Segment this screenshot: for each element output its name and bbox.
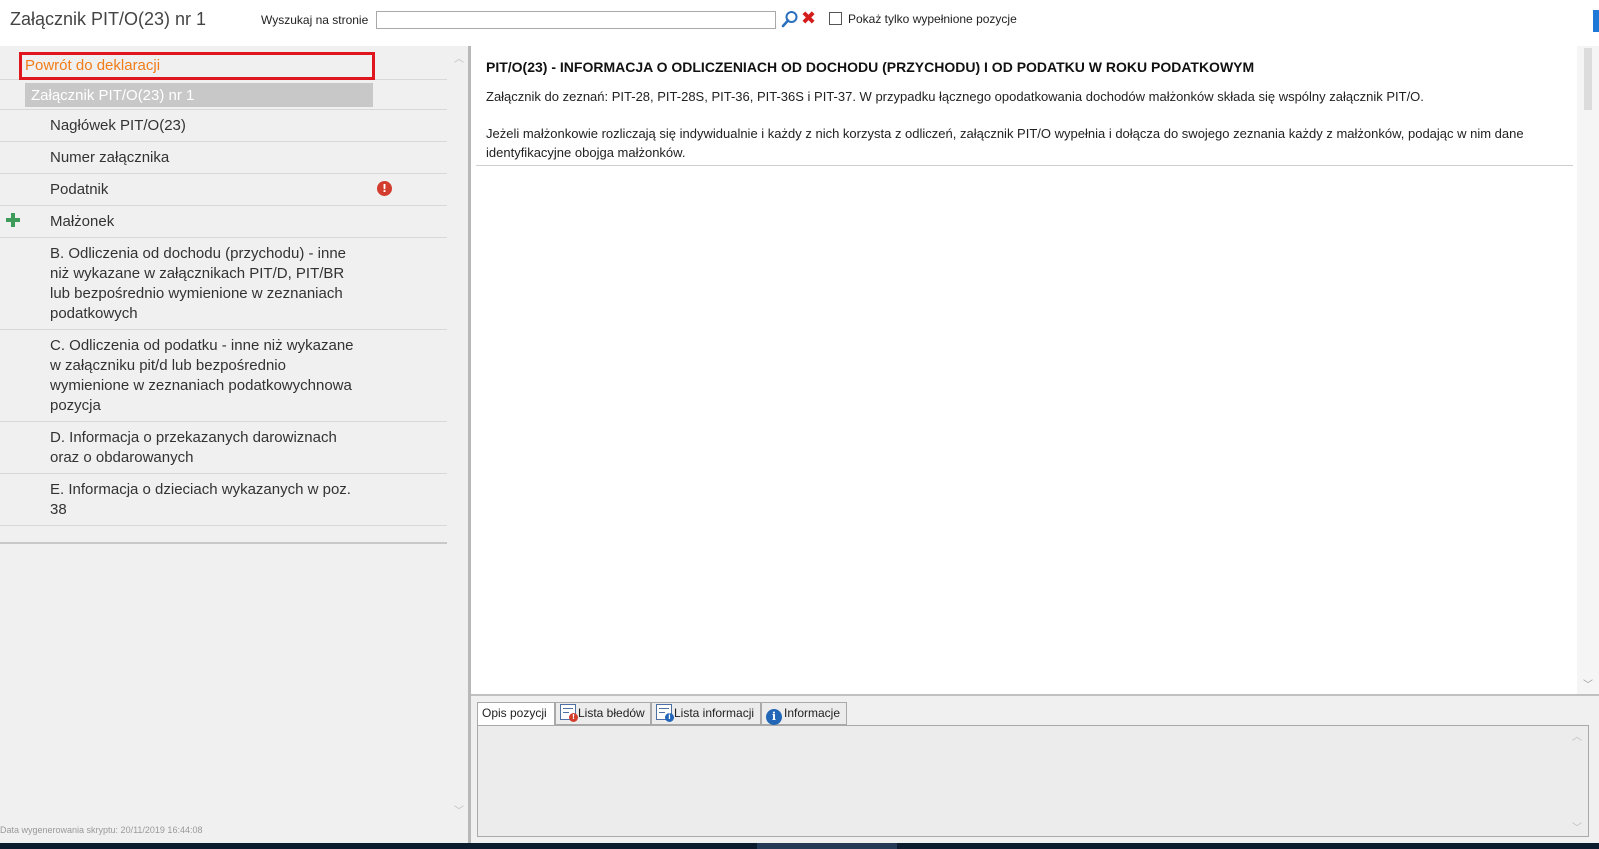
sidebar-item-attachment-number[interactable]: Numer załącznika (0, 142, 447, 174)
form-title: PIT/O(23) - INFORMACJA O ODLICZENIACH OD… (486, 59, 1255, 75)
sidebar-item-taxpayer[interactable]: Podatnik ! (0, 174, 447, 206)
info-icon: i (766, 709, 782, 725)
search-icon[interactable] (781, 10, 799, 28)
sidebar: Powrót do deklaracji Załącznik PIT/O(23)… (0, 46, 468, 843)
filled-only-label[interactable]: Pokaż tylko wypełnione pozycje (848, 12, 1017, 26)
chevron-down-icon[interactable]: ﹀ (1583, 676, 1593, 691)
tab-information[interactable]: i Informacje (761, 702, 847, 725)
content-scrollbar[interactable]: ﹀ (1577, 46, 1599, 694)
chevron-down-icon[interactable]: ﹀ (1572, 819, 1582, 834)
tab-error-list[interactable]: ! Lista błedów (555, 702, 651, 725)
top-bar: Załącznik PIT/O(23) nr 1 Wyszukaj na str… (0, 0, 1599, 44)
tab-panel-content: ︿ ﹀ (477, 725, 1589, 837)
sidebar-nav: Powrót do deklaracji Załącznik PIT/O(23)… (0, 46, 447, 526)
sidebar-item-spouse[interactable]: Małżonek (0, 206, 447, 238)
taskbar-item[interactable] (757, 843, 897, 849)
tab-item-description[interactable]: Opis pozycji (477, 702, 555, 726)
error-icon: ! (377, 181, 392, 196)
plus-icon[interactable] (5, 212, 21, 228)
sidebar-divider (0, 542, 447, 544)
sidebar-item-label: B. Odliczenia od dochodu (przychodu) - i… (50, 245, 347, 322)
sidebar-item-section-d[interactable]: D. Informacja o przekazanych darowiznach… (0, 422, 447, 474)
sidebar-item-label: Małżonek (50, 213, 115, 230)
taskbar (0, 843, 1599, 849)
tab-label: Informacje (784, 706, 841, 720)
scrollbar-thumb[interactable] (1584, 48, 1592, 110)
sidebar-item-label: Nagłówek PIT/O(23) (50, 117, 186, 134)
current-item-label: Załącznik PIT/O(23) nr 1 (31, 87, 195, 104)
tab-label: Lista błedów (578, 706, 645, 720)
chevron-down-icon[interactable]: ﹀ (454, 802, 464, 817)
chevron-up-icon[interactable]: ︿ (454, 50, 464, 65)
back-link-label: Powrót do deklaracji (25, 57, 161, 74)
sidebar-item-section-c[interactable]: C. Odliczenia od podatku - inne niż wyka… (0, 330, 447, 422)
search-label: Wyszukaj na stronie (261, 13, 369, 27)
error-list-icon: ! (560, 704, 578, 722)
tab-info-list[interactable]: i Lista informacji (651, 702, 761, 725)
form-description: Załącznik do zeznań: PIT-28, PIT-28S, PI… (486, 89, 1424, 104)
search-input[interactable] (376, 11, 776, 29)
form-note: Jeżeli małżonkowie rozliczają się indywi… (486, 126, 1524, 160)
sidebar-item-section-b[interactable]: B. Odliczenia od dochodu (przychodu) - i… (0, 238, 447, 330)
page-title: Załącznik PIT/O(23) nr 1 (10, 9, 207, 29)
sidebar-item-label: Numer załącznika (50, 149, 170, 166)
sidebar-item-header[interactable]: Nagłówek PIT/O(23) (0, 110, 447, 142)
sidebar-item-section-e[interactable]: E. Informacja o dzieciach wykazanych w p… (0, 474, 447, 526)
info-list-icon: i (656, 704, 674, 722)
tab-label: Lista informacji (674, 706, 755, 720)
sidebar-item-label: E. Informacja o dzieciach wykazanych w p… (50, 481, 351, 518)
tab-label: Opis pozycji (482, 706, 547, 720)
sidebar-item-label: C. Odliczenia od podatku - inne niż wyka… (50, 337, 354, 414)
chevron-up-icon[interactable]: ︿ (1572, 728, 1582, 743)
window-accent (1593, 10, 1599, 32)
filled-only-checkbox[interactable] (829, 12, 842, 25)
main-content: PIT/O(23) - INFORMACJA O ODLICZENIACH OD… (471, 46, 1575, 694)
generated-date: Data wygenerowania skryptu: 20/11/2019 1… (0, 825, 203, 835)
content-divider (476, 165, 1573, 166)
sidebar-item-label: D. Informacja o przekazanych darowiznach… (50, 429, 337, 466)
back-to-declaration-link[interactable]: Powrót do deklaracji (0, 46, 447, 80)
clear-search-icon[interactable]: ✖ (801, 9, 819, 29)
sidebar-item-current-attachment[interactable]: Załącznik PIT/O(23) nr 1 (0, 80, 447, 110)
sidebar-item-label: Podatnik (50, 181, 109, 198)
bottom-panel: Opis pozycji ! Lista błedów i Lista info… (471, 696, 1599, 843)
